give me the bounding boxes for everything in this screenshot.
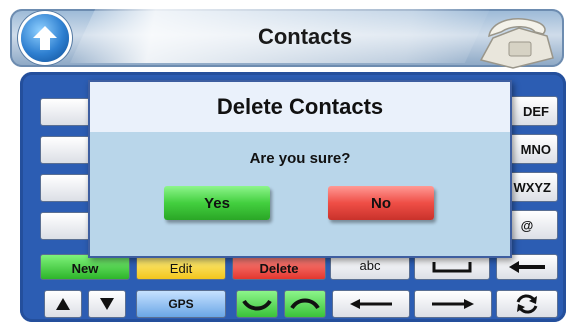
backspace-arrow-icon [509,261,545,273]
no-button[interactable]: No [328,186,434,220]
up-arrow-icon [33,26,57,50]
handset-icon [290,298,320,310]
delete-confirm-dialog: Delete Contacts Are you sure? Yes No [88,80,512,258]
app-screen: Contacts DEF MNO WXYZ @ New Edit Delete … [0,0,574,327]
triangle-down-icon [100,298,114,310]
keypad-key-4[interactable] [40,136,92,164]
scroll-up-button[interactable] [44,290,82,318]
dialog-title: Delete Contacts [90,82,510,132]
keypad-key-1[interactable] [40,98,92,126]
page-title: Contacts [257,24,353,49]
cursor-right-button[interactable] [414,290,492,318]
arrow-left-icon [350,299,392,309]
cursor-left-button[interactable] [332,290,410,318]
keypad-key-7[interactable] [40,174,92,202]
scroll-down-button[interactable] [88,290,126,318]
answer-handset-icon [242,299,272,311]
gps-button[interactable]: GPS [136,290,226,318]
telephone-icon [479,18,554,69]
call-button[interactable] [236,290,278,318]
up-button[interactable] [21,14,69,62]
keypad-key-star[interactable] [40,212,92,240]
dialog-message: Are you sure? [249,150,351,167]
arrow-right-icon [432,299,474,309]
triangle-up-icon [56,298,70,310]
space-icon [432,262,472,273]
hangup-button[interactable] [284,290,326,318]
yes-button[interactable]: Yes [164,186,270,220]
refresh-button[interactable] [496,290,558,318]
refresh-icon [516,294,538,314]
